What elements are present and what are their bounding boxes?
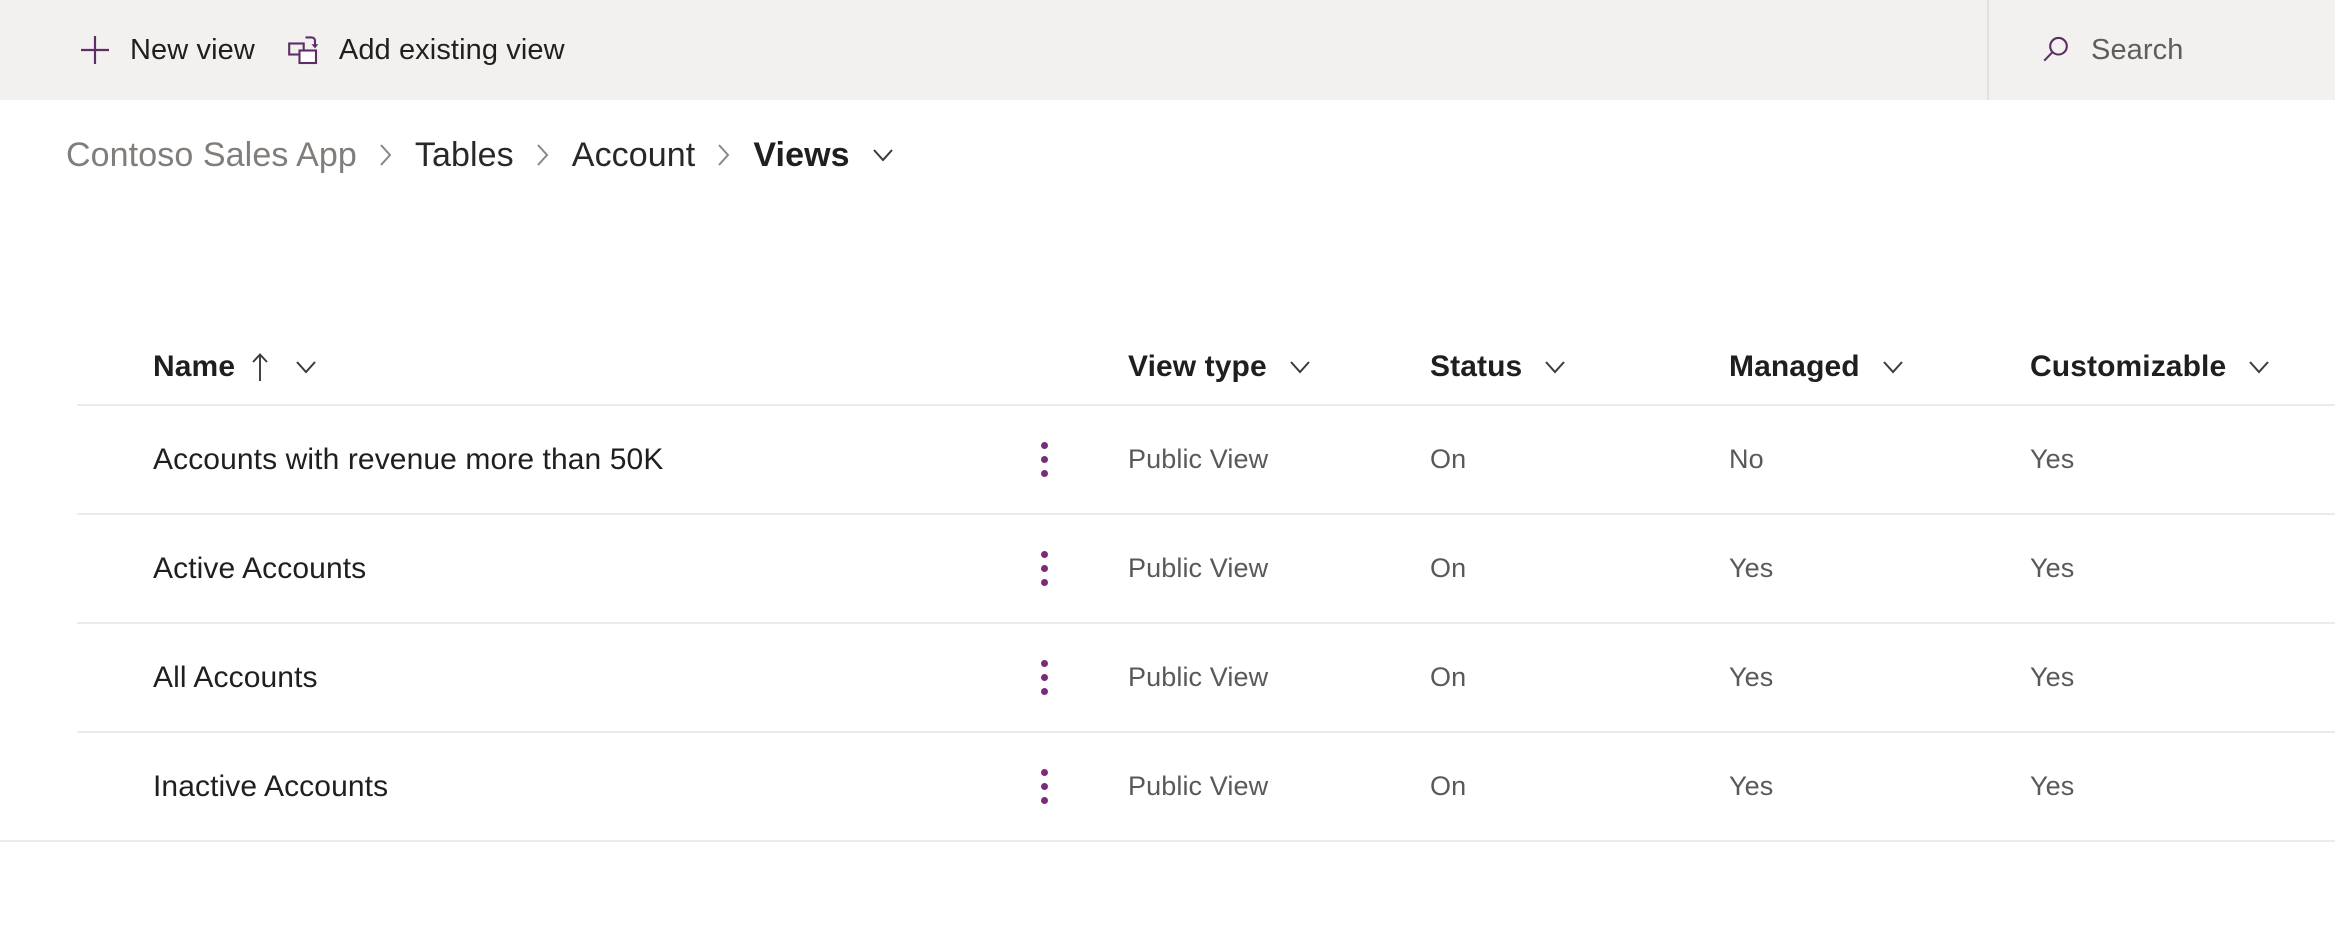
breadcrumb-item-views[interactable]: Views	[751, 134, 851, 177]
cell-name: Inactive Accounts	[153, 769, 389, 803]
column-menu-chevron-down-icon[interactable]	[1876, 352, 1910, 382]
cell-managed: No	[1729, 444, 1764, 474]
column-menu-chevron-down-icon[interactable]	[2242, 352, 2276, 382]
column-menu-chevron-down-icon[interactable]	[1283, 352, 1317, 382]
cell-view-type: Public View	[1128, 662, 1269, 692]
add-existing-view-icon	[287, 33, 321, 67]
command-bar-actions: New view Add existing view	[0, 0, 581, 100]
cell-name: Accounts with revenue more than 50K	[153, 442, 664, 476]
breadcrumb-item-tables[interactable]: Tables	[413, 134, 516, 177]
cell-view-type: Public View	[1128, 444, 1269, 474]
column-header-managed[interactable]: Managed	[1729, 330, 1910, 404]
table-row[interactable]: Inactive Accounts Public View On Yes Yes	[0, 731, 2335, 842]
search-region: Search	[1987, 0, 2335, 100]
row-divider-inset	[0, 404, 77, 406]
add-existing-view-label: Add existing view	[338, 33, 565, 66]
search-placeholder: Search	[2091, 33, 2184, 66]
cell-view-type: Public View	[1128, 771, 1269, 801]
breadcrumb: Contoso Sales App Tables Account Views	[64, 126, 906, 184]
breadcrumb-separator-icon	[359, 135, 413, 175]
cell-managed: Yes	[1729, 553, 1774, 583]
cell-name: Active Accounts	[153, 551, 367, 585]
row-divider-inset	[0, 622, 77, 624]
search-icon	[2039, 33, 2073, 67]
breadcrumb-item-account[interactable]: Account	[570, 134, 698, 177]
column-header-customizable-label: Customizable	[2030, 350, 2227, 383]
breadcrumb-separator-icon	[697, 135, 751, 175]
search-input[interactable]: Search	[1989, 0, 2335, 100]
column-menu-chevron-down-icon[interactable]	[1538, 352, 1572, 382]
cell-status: On	[1430, 444, 1467, 474]
row-more-vertical-icon[interactable]	[1022, 515, 1066, 622]
grid-body: Accounts with revenue more than 50K Publ…	[0, 404, 2335, 842]
cell-managed: Yes	[1729, 662, 1774, 692]
cell-status: On	[1430, 553, 1467, 583]
new-view-label: New view	[130, 33, 255, 66]
cell-customizable: Yes	[2030, 553, 2075, 583]
cell-customizable: Yes	[2030, 662, 2075, 692]
row-more-vertical-icon[interactable]	[1022, 406, 1066, 513]
column-menu-chevron-down-icon[interactable]	[289, 352, 323, 382]
row-divider-inset	[0, 513, 77, 515]
table-row[interactable]: All Accounts Public View On Yes Yes	[0, 622, 2335, 731]
column-header-view-type[interactable]: View type	[1128, 330, 1317, 404]
command-bar: New view Add existing view Search	[0, 0, 2335, 100]
sort-ascending-icon	[247, 350, 273, 384]
column-header-status[interactable]: Status	[1430, 330, 1572, 404]
cell-name: All Accounts	[153, 660, 318, 694]
cell-customizable: Yes	[2030, 771, 2075, 801]
new-view-button[interactable]: New view	[62, 0, 271, 100]
column-header-customizable[interactable]: Customizable	[2030, 330, 2276, 404]
cell-status: On	[1430, 662, 1467, 692]
column-header-name[interactable]: Name	[153, 330, 323, 404]
cell-status: On	[1430, 771, 1467, 801]
grid-header-row: Name View type Status Managed Customizab…	[0, 330, 2335, 404]
column-header-managed-label: Managed	[1729, 350, 1860, 383]
row-more-vertical-icon[interactable]	[1022, 624, 1066, 731]
cell-managed: Yes	[1729, 771, 1774, 801]
plus-icon	[78, 33, 112, 67]
breadcrumb-item-app[interactable]: Contoso Sales App	[64, 134, 359, 177]
column-header-status-label: Status	[1430, 350, 1523, 383]
row-more-vertical-icon[interactable]	[1022, 733, 1066, 840]
breadcrumb-chevron-down-icon[interactable]	[860, 135, 906, 175]
add-existing-view-button[interactable]: Add existing view	[271, 0, 581, 100]
breadcrumb-separator-icon	[516, 135, 570, 175]
column-header-name-label: Name	[153, 350, 236, 383]
cell-customizable: Yes	[2030, 444, 2075, 474]
table-row[interactable]: Accounts with revenue more than 50K Publ…	[0, 404, 2335, 513]
column-header-view-type-label: View type	[1128, 350, 1267, 383]
table-row[interactable]: Active Accounts Public View On Yes Yes	[0, 513, 2335, 622]
row-divider-inset	[0, 731, 77, 733]
cell-view-type: Public View	[1128, 553, 1269, 583]
